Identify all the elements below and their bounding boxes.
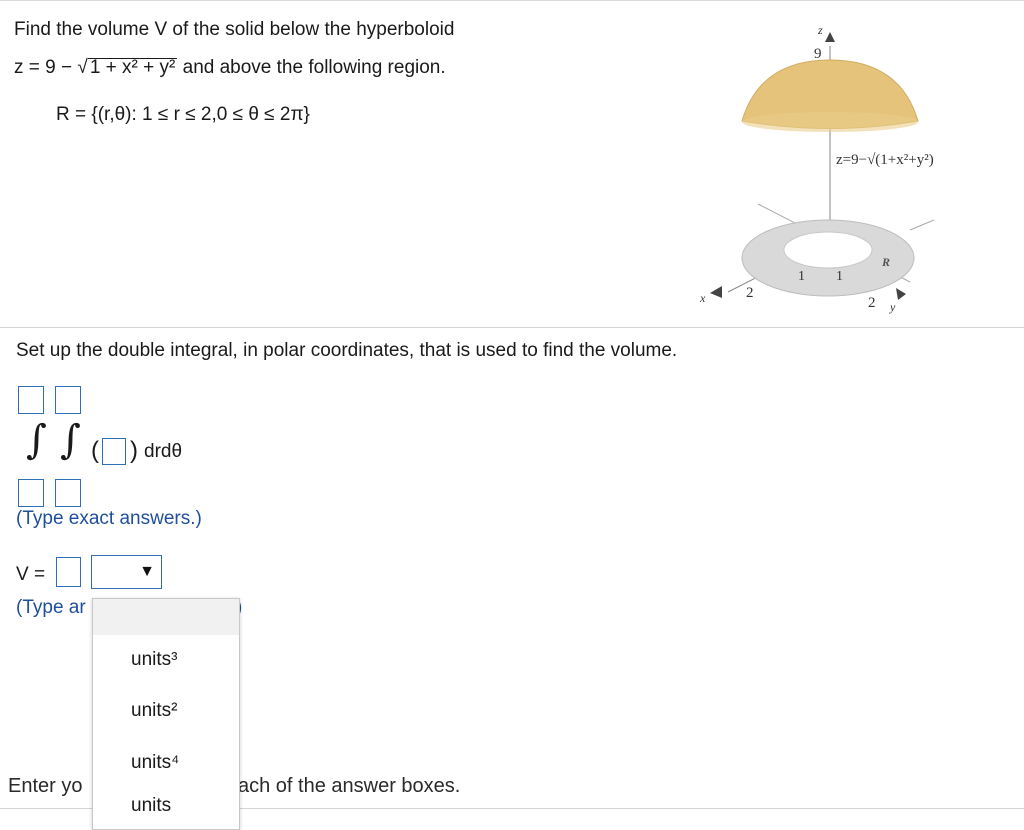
units-option-plain[interactable]: units [131,795,171,817]
outer-integral-sign: ∫ [26,417,47,463]
z-max-label: 9 [814,46,822,62]
open-paren: ( [91,437,99,464]
outer-lower-limit-input[interactable] [18,479,44,507]
inner-lower-limit-input[interactable] [55,479,81,507]
tick-2-x: 2 [746,285,754,301]
integrand-input[interactable] [102,438,126,465]
hyperboloid-figure: z 9 z=9−√(1+x²+y²) x y R 1 1 2 2 [699,23,935,314]
problem-line-1: Find the volume V of the solid below the… [14,19,455,40]
units-option-squared[interactable]: units² [131,700,177,722]
inner-upper-limit-input[interactable] [55,386,81,414]
y-axis-arrow [896,288,906,300]
tick-2-y: 2 [868,295,876,311]
setup-instruction: Set up the double integral, in polar coo… [16,340,678,361]
units-select[interactable]: ▼ [91,555,162,589]
axis-segment [909,219,935,231]
volume-input[interactable] [56,557,81,587]
units-option-cubed[interactable]: units³ [131,649,177,671]
type-answer-note: (Type ar [16,597,86,618]
outer-upper-limit-input[interactable] [18,386,44,414]
footer-text-right: ach of the answer boxes. [238,775,461,797]
y-axis-label: y [889,300,896,314]
footer-text-left: Enter yo [8,775,83,797]
region-definition: R = {(r,θ): 1 ≤ r ≤ 2,0 ≤ θ ≤ 2π} [56,104,310,125]
tick-1-left: 1 [798,269,805,284]
sqrt-symbol: √ [77,57,88,78]
z-axis-arrow [825,32,835,42]
inner-integral-sign: ∫ [60,417,81,463]
units-option-fourth[interactable]: units⁴ [131,752,179,774]
section-divider [0,327,1024,328]
volume-label: V = [16,564,46,585]
differential-label: drdθ [144,441,183,462]
dome-base [742,112,918,132]
surface-label: z=9−√(1+x²+y²) [836,152,934,168]
z-equation-prefix: z = 9 − [14,57,78,78]
units-dropdown-list: units³ units² units⁴ units [92,598,240,830]
dropdown-highlight-row [93,599,239,635]
x-axis-arrow [710,286,722,298]
x-axis-label: x [699,291,706,305]
close-paren: ) [130,437,138,464]
problem-line-2-suffix: and above the following region. [182,57,446,78]
region-R-label: R [881,255,890,269]
tick-1-right: 1 [836,269,843,284]
inner-hole [783,231,873,269]
problem-line-2: z = 9 − √ 1 + x² + y² and above the follo… [14,57,446,79]
dropdown-arrow-icon: ▼ [139,563,155,580]
sqrt-content: 1 + x² + y² [87,57,178,78]
exact-answers-note: (Type exact answers.) [16,508,202,529]
top-border [0,0,1024,1]
z-axis-label: z [817,23,823,37]
